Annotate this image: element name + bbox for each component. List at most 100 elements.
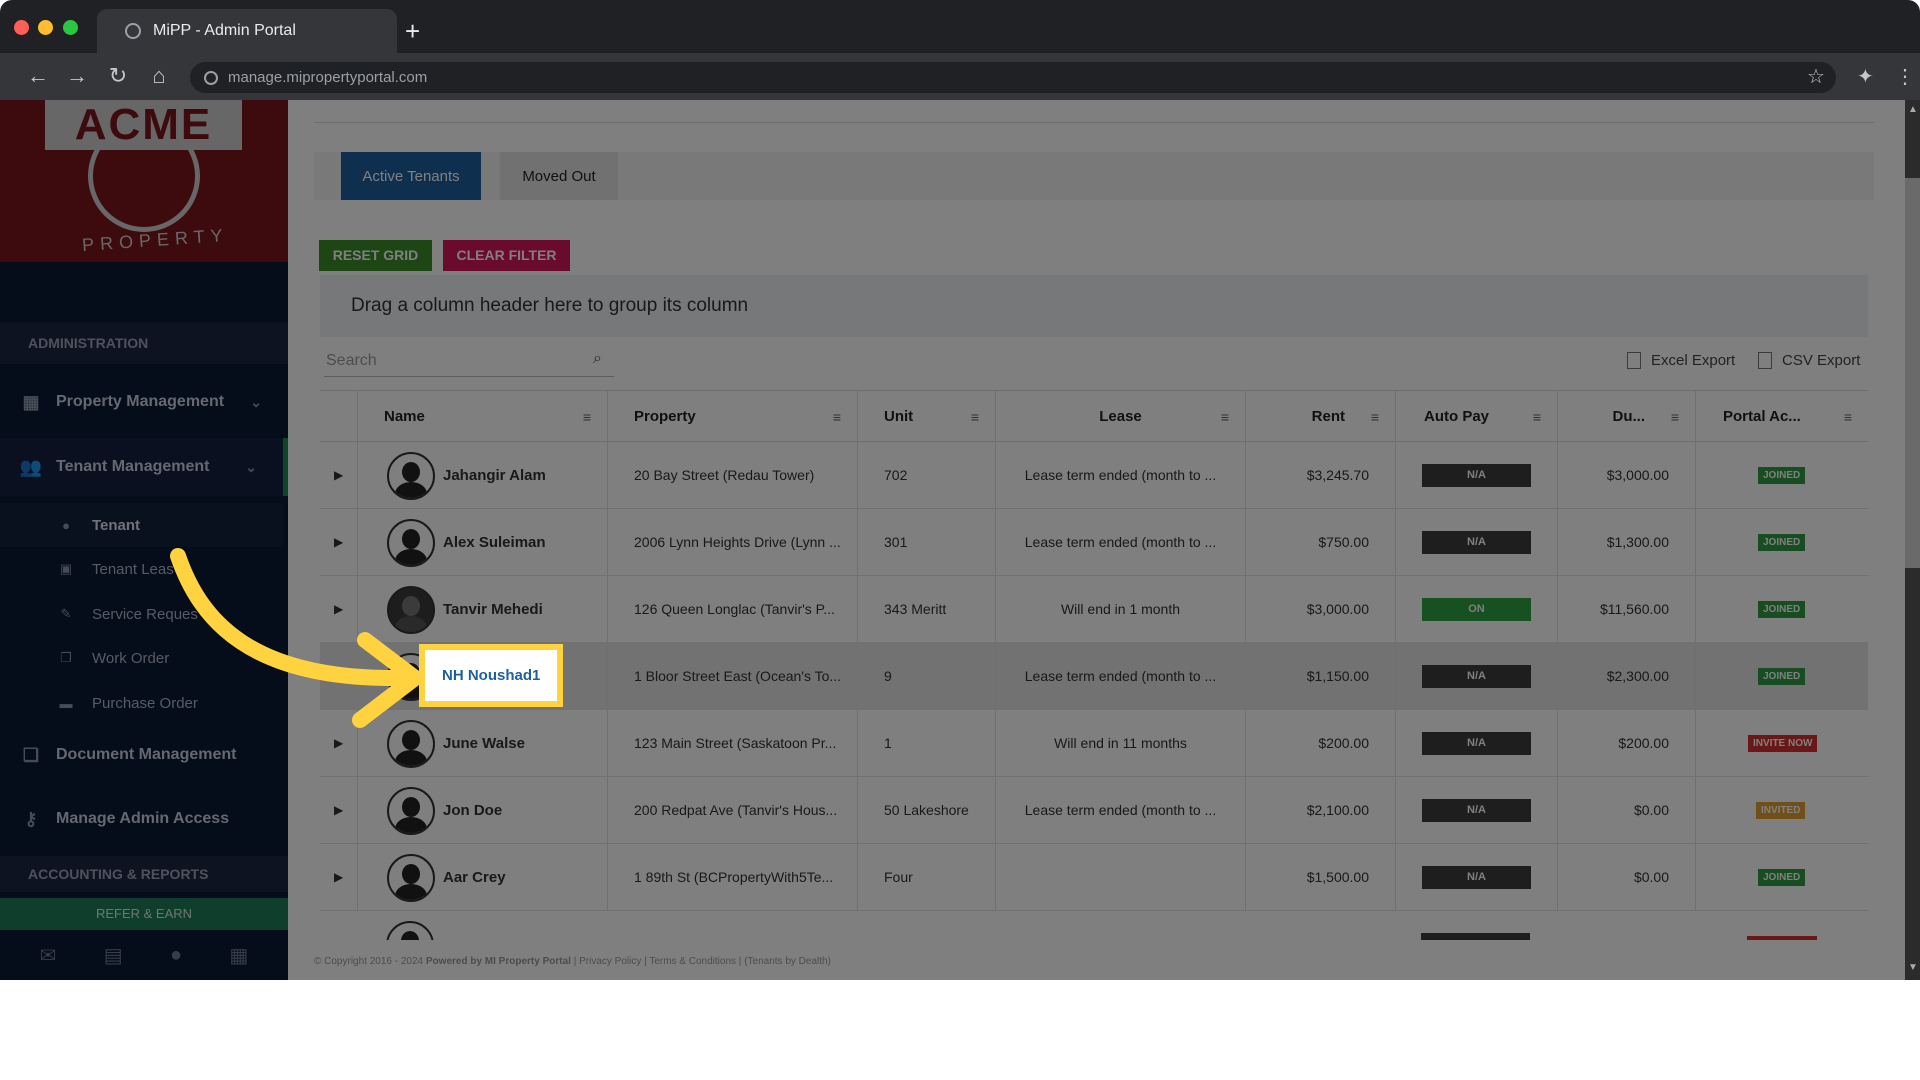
autopay-cell: N/A bbox=[1395, 710, 1557, 777]
tenant-name-link[interactable]: June Walse bbox=[443, 710, 525, 777]
due-cell: $11,560.00 bbox=[1557, 576, 1695, 643]
briefcase-icon[interactable]: ▤ bbox=[104, 943, 123, 968]
scroll-up-icon[interactable]: ▲ bbox=[1908, 104, 1918, 115]
avatar bbox=[386, 921, 434, 940]
column-header-name[interactable]: Name ≡ bbox=[357, 391, 607, 443]
export-label: Excel Export bbox=[1651, 352, 1736, 369]
rent-cell: $3,000.00 bbox=[1245, 576, 1395, 643]
reload-icon[interactable]: ↻ bbox=[103, 61, 133, 91]
scroll-down-icon[interactable]: ▼ bbox=[1908, 962, 1918, 973]
section-administration: ADMINISTRATION bbox=[0, 322, 288, 364]
table-row[interactable]: ▶ Tanvir Mehedi 126 Queen Longlac (Tanvi… bbox=[320, 576, 1868, 643]
expand-row-icon[interactable]: ▶ bbox=[334, 442, 343, 509]
column-label: Portal Ac... bbox=[1723, 408, 1801, 425]
close-window-button[interactable] bbox=[14, 20, 29, 35]
invite-now-button[interactable]: INVITE NOW bbox=[1748, 735, 1818, 752]
tenant-name-link[interactable]: Alex Suleiman bbox=[443, 509, 546, 576]
table-row[interactable]: ▶ June Walse 123 Main Street (Saskatoon … bbox=[320, 710, 1868, 777]
nav-property-management[interactable]: ▦ Property Management ⌄ bbox=[0, 373, 288, 431]
minimize-window-button[interactable] bbox=[38, 20, 53, 35]
filter-icon[interactable]: ≡ bbox=[833, 391, 841, 443]
column-header-lease[interactable]: Lease ≡ bbox=[995, 391, 1245, 443]
nav-label: Tenant Management bbox=[56, 458, 210, 475]
portal-status-badge: JOINED bbox=[1758, 601, 1806, 618]
reset-grid-button[interactable]: RESET GRID bbox=[319, 240, 432, 271]
column-header-unit[interactable]: Unit ≡ bbox=[857, 391, 995, 443]
tenant-name-link[interactable]: Jahangir Alam bbox=[443, 442, 546, 509]
refer-earn-button[interactable]: REFER & EARN bbox=[0, 898, 288, 930]
browser-menu-icon[interactable]: ⋮ bbox=[1895, 64, 1915, 89]
clear-filter-button[interactable]: CLEAR FILTER bbox=[443, 240, 570, 271]
expand-row-icon[interactable]: ▶ bbox=[334, 777, 343, 844]
back-icon[interactable]: ← bbox=[23, 61, 53, 91]
column-header-rent[interactable]: Rent ≡ bbox=[1245, 391, 1395, 443]
filter-icon[interactable]: ≡ bbox=[583, 391, 591, 443]
filter-icon[interactable]: ≡ bbox=[971, 391, 979, 443]
table-row[interactable]: ▶ Jon Doe 200 Redpat Ave (Tanvir's Hous.… bbox=[320, 777, 1868, 844]
column-header-due[interactable]: Du... ≡ bbox=[1557, 391, 1695, 443]
calculator-icon[interactable]: ▦ bbox=[229, 943, 248, 968]
autopay-cell: N/A bbox=[1395, 777, 1557, 844]
profile-icon[interactable]: ● bbox=[170, 944, 182, 967]
autopay-status: N/A bbox=[1422, 531, 1531, 554]
table-row[interactable]: ▶ Jahangir Alam 20 Bay Street (Redau Tow… bbox=[320, 442, 1868, 509]
tenant-name-link[interactable]: Tanvir Mehedi bbox=[443, 576, 543, 643]
property-cell: 1 89th St (BCPropertyWith5Te... bbox=[607, 844, 857, 911]
lease-cell bbox=[995, 844, 1245, 911]
filter-icon[interactable]: ≡ bbox=[1533, 391, 1541, 443]
property-cell: 2006 Lynn Heights Drive (Lynn ... bbox=[607, 509, 857, 576]
csv-export-button[interactable]: CSV Export bbox=[1758, 352, 1860, 369]
lease-cell: Lease term ended (month to ... bbox=[995, 643, 1245, 710]
terms-link[interactable]: Terms & Conditions bbox=[649, 956, 736, 967]
table-row[interactable]: ▶ Alex Suleiman 2006 Lynn Heights Drive … bbox=[320, 509, 1868, 576]
nav-manage-admin-access[interactable]: ⚷ Manage Admin Access bbox=[0, 790, 288, 848]
maximize-window-button[interactable] bbox=[63, 20, 78, 35]
logo-sub-text: PROPERTY bbox=[81, 224, 230, 256]
user-icon: ● bbox=[62, 517, 70, 533]
highlighted-tenant-link[interactable]: NH Noushad1 bbox=[442, 644, 540, 707]
filter-icon[interactable]: ≡ bbox=[1371, 391, 1379, 443]
portal-status-badge: JOINED bbox=[1758, 869, 1806, 886]
tenant-name-link[interactable]: Aar Crey bbox=[443, 844, 506, 911]
property-cell: 126 Queen Longlac (Tanvir's P... bbox=[607, 576, 857, 643]
column-header-portal-access[interactable]: Portal Ac... ≡ bbox=[1695, 391, 1868, 443]
company-logo[interactable]: ACME PROPERTY bbox=[0, 100, 288, 262]
powered-by-link[interactable]: Powered by MI Property Portal bbox=[426, 956, 571, 967]
browser-tab[interactable]: MiPP - Admin Portal bbox=[97, 9, 397, 53]
mail-icon[interactable]: ✉ bbox=[40, 943, 57, 968]
address-bar[interactable]: manage.mipropertyportal.com bbox=[190, 62, 1836, 93]
filter-icon[interactable]: ≡ bbox=[1671, 391, 1679, 443]
search-icon[interactable]: ⌕ bbox=[593, 350, 602, 368]
export-label: CSV Export bbox=[1782, 352, 1861, 369]
search-input[interactable]: Search bbox=[324, 345, 614, 377]
table-row[interactable]: ▶ Aar Crey 1 89th St (BCPropertyWith5Te.… bbox=[320, 844, 1868, 911]
bookmark-star-icon[interactable]: ☆ bbox=[1807, 64, 1825, 89]
due-cell: $2,300.00 bbox=[1557, 643, 1695, 710]
table-row-partial[interactable] bbox=[320, 911, 1868, 940]
tab-moved-out[interactable]: Moved Out bbox=[500, 152, 618, 200]
excel-export-button[interactable]: Excel Export bbox=[1627, 352, 1735, 369]
lease-cell: Lease term ended (month to ... bbox=[995, 442, 1245, 509]
tab-active-tenants[interactable]: Active Tenants bbox=[341, 152, 481, 200]
expander-header bbox=[320, 391, 357, 443]
scrollbar-thumb[interactable] bbox=[1905, 178, 1920, 568]
group-by-drop-zone[interactable]: Drag a column header here to group its c… bbox=[320, 275, 1868, 337]
nav-document-management[interactable]: ❏ Document Management bbox=[0, 726, 288, 784]
column-header-auto-pay[interactable]: Auto Pay ≡ bbox=[1395, 391, 1557, 443]
portal-cell: JOINED bbox=[1695, 643, 1868, 710]
filter-icon[interactable]: ≡ bbox=[1221, 391, 1229, 443]
new-tab-button[interactable]: + bbox=[405, 18, 420, 44]
privacy-policy-link[interactable]: Privacy Policy bbox=[579, 956, 641, 967]
expand-row-icon[interactable]: ▶ bbox=[334, 844, 343, 911]
extensions-icon[interactable]: ✦ bbox=[1857, 64, 1874, 89]
tenant-name-link[interactable]: Jon Doe bbox=[443, 777, 502, 844]
autopay-cell: N/A bbox=[1395, 643, 1557, 710]
portal-status-badge: INVITED bbox=[1756, 802, 1806, 819]
forward-icon[interactable]: → bbox=[62, 61, 92, 91]
nav-tenant-management[interactable]: 👥 Tenant Management ⌄ bbox=[0, 438, 288, 496]
filter-icon[interactable]: ≡ bbox=[1844, 391, 1852, 443]
key-icon: ⚷ bbox=[24, 808, 38, 829]
column-header-property[interactable]: Property ≡ bbox=[607, 391, 857, 443]
home-icon[interactable]: ⌂ bbox=[144, 61, 174, 91]
site-info-icon[interactable] bbox=[204, 70, 218, 85]
